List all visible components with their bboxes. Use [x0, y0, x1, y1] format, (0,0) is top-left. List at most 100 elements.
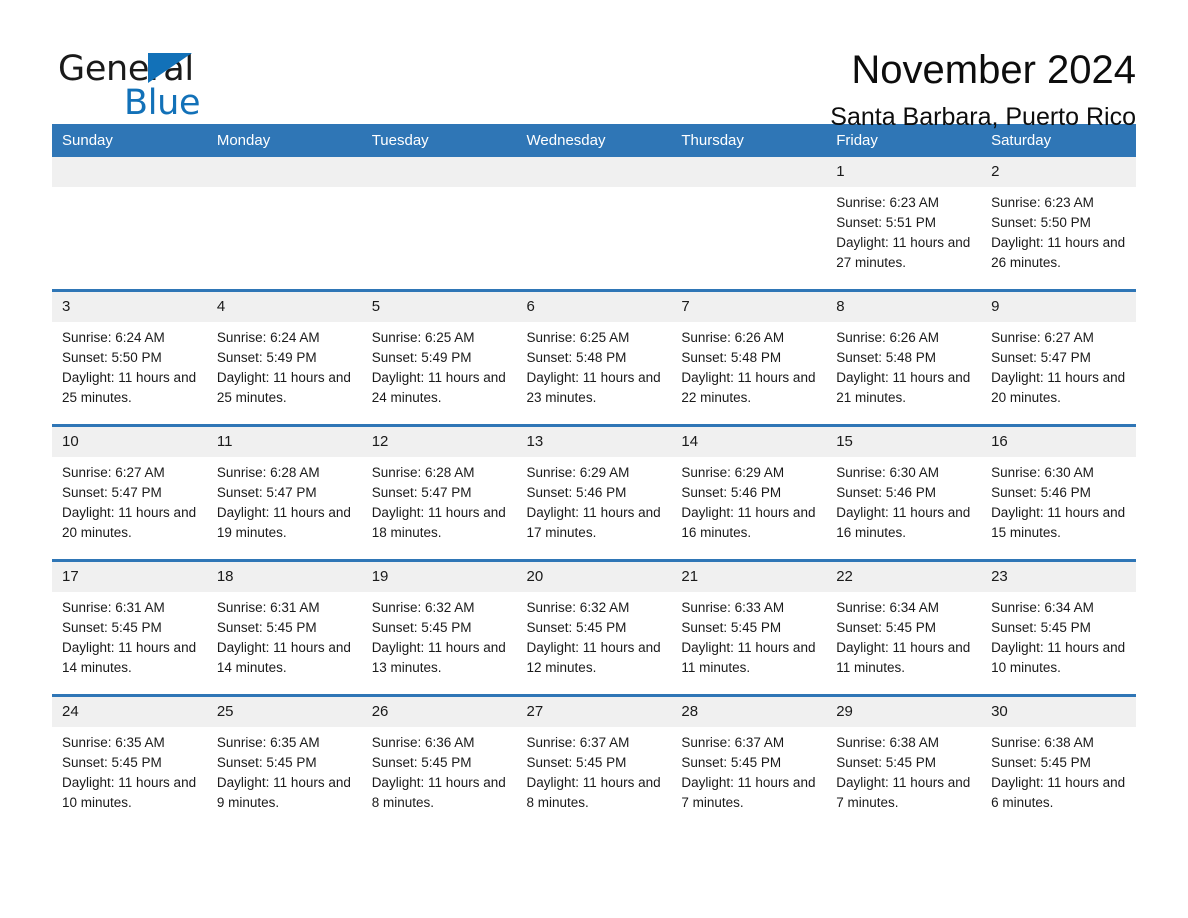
sunset-text: Sunset: 5:45 PM — [371, 620, 472, 635]
sunset-text: Sunset: 5:45 PM — [216, 755, 317, 770]
sunrise-text: Sunrise: 6:24 AM — [62, 330, 165, 345]
sunset-text: Sunset: 5:45 PM — [836, 755, 937, 770]
daylight-text: Daylight: 11 hours and 11 minutes. — [681, 640, 816, 675]
sunrise-text: Sunrise: 6:38 AM — [991, 735, 1094, 750]
day-number: 3 — [52, 292, 207, 322]
sunset-text: Sunset: 5:45 PM — [526, 755, 627, 770]
sunrise-text: Sunrise: 6:32 AM — [526, 600, 630, 615]
sunset-text: Sunset: 5:47 PM — [216, 485, 317, 500]
day-number: 24 — [52, 697, 207, 727]
day-cell: 15 Sunrise: 6:30 AM Sunset: 5:46 PM Dayligh… — [826, 424, 982, 561]
page-header: General Blue November 2024 Santa Barbara… — [52, 0, 1136, 131]
sunrise-text: Sunrise: 6:26 AM — [836, 330, 940, 345]
day-number: 25 — [206, 697, 362, 727]
daylight-text: Daylight: 11 hours and 8 minutes. — [371, 775, 506, 810]
day-number: 26 — [361, 697, 517, 727]
daylight-text: Daylight: 11 hours and 22 minutes. — [681, 370, 816, 405]
day-number — [206, 157, 362, 187]
day-cell: 9 Sunrise: 6:27 AM Sunset: 5:47 PM Daylight… — [981, 289, 1136, 426]
daylight-text: Daylight: 11 hours and 7 minutes. — [681, 775, 816, 810]
day-number: 27 — [516, 697, 672, 727]
sunset-text: Sunset: 5:45 PM — [62, 620, 162, 635]
day-cell: 20 Sunrise: 6:32 AM Sunset: 5:45 PM Dayligh… — [516, 559, 672, 696]
daylight-text: Daylight: 11 hours and 23 minutes. — [526, 370, 661, 405]
daylight-text: Daylight: 11 hours and 17 minutes. — [526, 505, 661, 540]
day-cell: 28 Sunrise: 6:37 AM Sunset: 5:45 PM Dayligh… — [671, 694, 827, 829]
day-cell — [516, 157, 672, 291]
month-calendar: Sunday Monday Tuesday Wednesday Thursday… — [52, 124, 1136, 829]
daylight-text: Daylight: 11 hours and 16 minutes. — [681, 505, 816, 540]
day-cell: 14 Sunrise: 6:29 AM Sunset: 5:46 PM Dayligh… — [671, 424, 827, 561]
daylight-text: Daylight: 11 hours and 21 minutes. — [836, 370, 971, 405]
day-cell: 7 Sunrise: 6:26 AM Sunset: 5:48 PM Daylight… — [671, 289, 827, 426]
sunset-text: Sunset: 5:46 PM — [991, 485, 1091, 500]
sunset-text: Sunset: 5:50 PM — [991, 215, 1091, 230]
day-number: 13 — [516, 427, 672, 457]
day-number: 18 — [206, 562, 362, 592]
sunrise-text: Sunrise: 6:37 AM — [681, 735, 785, 750]
day-cell: 3 Sunrise: 6:24 AM Sunset: 5:50 PM Daylight… — [52, 289, 207, 426]
sunset-text: Sunset: 5:46 PM — [681, 485, 782, 500]
day-number: 19 — [361, 562, 517, 592]
day-cell — [361, 157, 517, 291]
sunrise-text: Sunrise: 6:31 AM — [216, 600, 320, 615]
sunrise-text: Sunrise: 6:25 AM — [371, 330, 475, 345]
day-cell: 30 Sunrise: 6:38 AM Sunset: 5:45 PM Dayligh… — [981, 694, 1136, 829]
day-cell: 12 Sunrise: 6:28 AM Sunset: 5:47 PM Dayligh… — [361, 424, 517, 561]
calendar-page: General Blue November 2024 Santa Barbara… — [0, 0, 1188, 918]
daylight-text: Daylight: 11 hours and 10 minutes. — [991, 640, 1126, 675]
generalblue-logo[interactable]: General Blue — [52, 44, 252, 122]
sunset-text: Sunset: 5:45 PM — [681, 620, 782, 635]
week-row: 24 Sunrise: 6:35 AM Sunset: 5:45 PM Dayligh… — [52, 694, 1136, 829]
sunrise-text: Sunrise: 6:28 AM — [216, 465, 320, 480]
week-row: 1 Sunrise: 6:23 AM Sunset: 5:51 PM Daylight… — [52, 157, 1136, 291]
sunset-text: Sunset: 5:45 PM — [991, 620, 1091, 635]
sunrise-text: Sunrise: 6:31 AM — [62, 600, 165, 615]
day-cell — [206, 157, 362, 291]
daylight-text: Daylight: 11 hours and 10 minutes. — [62, 775, 197, 810]
calendar-body: 1 Sunrise: 6:23 AM Sunset: 5:51 PM Daylight… — [52, 157, 1136, 829]
day-number — [516, 157, 672, 187]
daylight-text: Daylight: 11 hours and 11 minutes. — [836, 640, 971, 675]
day-number: 10 — [52, 427, 207, 457]
sunrise-text: Sunrise: 6:27 AM — [991, 330, 1094, 345]
day-cell: 26 Sunrise: 6:36 AM Sunset: 5:45 PM Dayligh… — [361, 694, 517, 829]
day-cell: 17 Sunrise: 6:31 AM Sunset: 5:45 PM Dayligh… — [52, 559, 207, 696]
daylight-text: Daylight: 11 hours and 16 minutes. — [836, 505, 971, 540]
daylight-text: Daylight: 11 hours and 20 minutes. — [62, 505, 197, 540]
day-cell: 19 Sunrise: 6:32 AM Sunset: 5:45 PM Dayligh… — [361, 559, 517, 696]
sunset-text: Sunset: 5:45 PM — [62, 755, 162, 770]
day-number: 30 — [981, 697, 1136, 727]
day-cell: 23 Sunrise: 6:34 AM Sunset: 5:45 PM Dayligh… — [981, 559, 1136, 696]
sunrise-text: Sunrise: 6:28 AM — [371, 465, 475, 480]
sunset-text: Sunset: 5:45 PM — [681, 755, 782, 770]
week-row: 17 Sunrise: 6:31 AM Sunset: 5:45 PM Dayligh… — [52, 559, 1136, 696]
day-cell: 29 Sunrise: 6:38 AM Sunset: 5:45 PM Dayligh… — [826, 694, 982, 829]
day-number: 29 — [826, 697, 982, 727]
daylight-text: Daylight: 11 hours and 25 minutes. — [216, 370, 351, 405]
day-number: 4 — [206, 292, 362, 322]
daylight-text: Daylight: 11 hours and 19 minutes. — [216, 505, 351, 540]
day-cell: 27 Sunrise: 6:37 AM Sunset: 5:45 PM Dayligh… — [516, 694, 672, 829]
sunset-text: Sunset: 5:49 PM — [216, 350, 317, 365]
day-cell: 11 Sunrise: 6:28 AM Sunset: 5:47 PM Dayligh… — [206, 424, 362, 561]
day-number: 20 — [516, 562, 672, 592]
day-cell — [671, 157, 827, 291]
day-number: 21 — [671, 562, 827, 592]
sunset-text: Sunset: 5:48 PM — [526, 350, 627, 365]
day-cell: 13 Sunrise: 6:29 AM Sunset: 5:46 PM Dayligh… — [516, 424, 672, 561]
title-block: November 2024 Santa Barbara, Puerto Rico — [252, 44, 1136, 134]
sunrise-text: Sunrise: 6:26 AM — [681, 330, 785, 345]
day-number: 8 — [826, 292, 982, 322]
day-cell: 16 Sunrise: 6:30 AM Sunset: 5:46 PM Dayligh… — [981, 424, 1136, 561]
daylight-text: Daylight: 11 hours and 18 minutes. — [371, 505, 506, 540]
sunrise-text: Sunrise: 6:25 AM — [526, 330, 630, 345]
day-number: 17 — [52, 562, 207, 592]
day-number — [671, 157, 827, 187]
day-number: 12 — [361, 427, 517, 457]
daylight-text: Daylight: 11 hours and 14 minutes. — [216, 640, 351, 675]
sunrise-text: Sunrise: 6:35 AM — [62, 735, 165, 750]
day-number — [52, 157, 207, 187]
sunrise-text: Sunrise: 6:30 AM — [991, 465, 1094, 480]
sunrise-text: Sunrise: 6:29 AM — [526, 465, 630, 480]
